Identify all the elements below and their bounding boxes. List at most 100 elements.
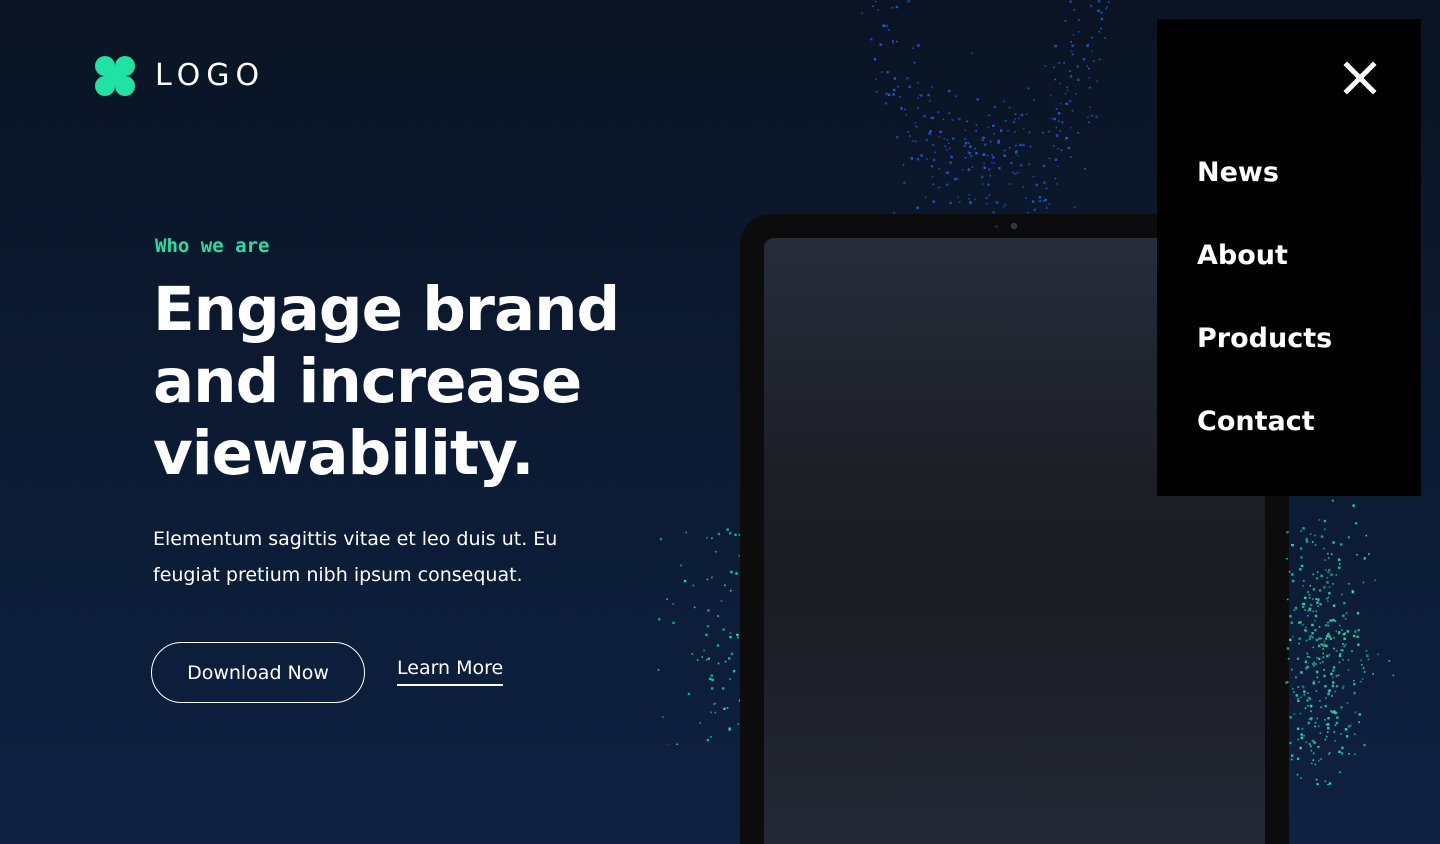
particle-dot — [1356, 635, 1359, 638]
particle-dot — [1326, 731, 1329, 733]
particle-dot — [1300, 556, 1303, 559]
particle-dot — [1076, 65, 1079, 68]
particle-dot — [1096, 80, 1098, 83]
particle-dot — [1052, 144, 1055, 147]
particle-dot — [729, 532, 732, 535]
particle-dot — [1308, 718, 1311, 720]
particle-dot — [1300, 736, 1304, 739]
particle-dot — [1341, 629, 1343, 631]
particle-dot — [1054, 158, 1058, 161]
particle-dot — [1328, 752, 1331, 754]
particle-dot — [1338, 631, 1341, 634]
particle-dot — [1070, 156, 1072, 158]
particle-dot — [950, 155, 952, 158]
particle-dot — [1318, 637, 1321, 640]
menu-item-news[interactable]: News — [1197, 156, 1279, 190]
particle-dot — [1291, 579, 1295, 583]
learn-more-link[interactable]: Learn More — [397, 657, 504, 686]
particle-dot — [917, 44, 920, 47]
particle-dot — [1388, 660, 1391, 662]
particle-dot — [1033, 208, 1036, 211]
particle-dot — [1333, 710, 1336, 713]
particle-dot — [1071, 110, 1074, 112]
particle-dot — [982, 153, 986, 156]
particle-dot — [1338, 654, 1342, 657]
particle-dot — [1328, 635, 1331, 638]
particle-dot — [891, 7, 894, 9]
particle-dot — [997, 139, 1000, 142]
particle-dot — [1049, 94, 1052, 97]
particle-dot — [1326, 736, 1328, 738]
particle-dot — [1295, 676, 1297, 679]
particle-dot — [969, 201, 972, 204]
particle-dot — [1351, 590, 1354, 593]
particle-dot — [1288, 570, 1291, 573]
particle-dot — [1310, 607, 1312, 610]
particle-dot — [1327, 557, 1330, 559]
particle-dot — [1295, 694, 1298, 697]
particle-dot — [1289, 638, 1292, 641]
particle-dot — [1014, 118, 1016, 120]
particle-dot — [1310, 717, 1313, 720]
particle-dot — [1311, 739, 1315, 743]
particle-dot — [1300, 696, 1302, 699]
particle-dot — [892, 41, 894, 44]
close-icon[interactable] — [1343, 61, 1377, 95]
particle-dot — [1348, 583, 1350, 585]
particle-dot — [1054, 44, 1057, 48]
particle-dot — [876, 90, 878, 93]
menu-item-about[interactable]: About — [1197, 239, 1288, 273]
particle-dot — [992, 124, 995, 127]
particle-dot — [1314, 534, 1316, 537]
particle-dot — [1054, 78, 1057, 81]
particle-dot — [1070, 50, 1073, 53]
particle-dot — [1333, 636, 1335, 639]
particle-dot — [1296, 727, 1300, 730]
particle-dot — [938, 186, 940, 189]
particle-dot — [1291, 573, 1294, 576]
particle-dot — [706, 625, 710, 628]
particle-dot — [1303, 734, 1305, 737]
particle-dot — [957, 196, 959, 198]
particle-dot — [1362, 667, 1365, 669]
particle-dot — [948, 89, 951, 93]
particle-dot — [736, 633, 739, 637]
particle-dot — [987, 183, 990, 186]
particle-dot — [737, 723, 740, 725]
particle-dot — [1014, 131, 1016, 133]
particle-dot — [1344, 618, 1347, 620]
particle-dot — [666, 598, 668, 600]
particle-dot — [1315, 577, 1318, 580]
particle-dot — [1313, 661, 1315, 664]
logo[interactable]: LOGO — [95, 56, 265, 96]
particle-dot — [1064, 20, 1067, 22]
particle-dot — [993, 105, 997, 109]
particle-dot — [1100, 27, 1102, 30]
particle-dot — [1305, 667, 1308, 670]
particle-dot — [900, 107, 903, 110]
particle-dot — [703, 649, 705, 652]
menu-item-contact[interactable]: Contact — [1197, 405, 1315, 439]
particle-dot — [1106, 6, 1108, 8]
particle-dot — [915, 125, 918, 128]
particle-dot — [1058, 112, 1061, 115]
particle-dot — [1324, 624, 1328, 627]
particle-dot — [1055, 108, 1058, 110]
download-now-button[interactable]: Download Now — [151, 642, 365, 703]
particle-dot — [1078, 19, 1080, 21]
particle-dot — [1323, 640, 1326, 643]
particle-dot — [1331, 499, 1334, 502]
particle-dot — [882, 24, 885, 27]
particle-dot — [1342, 649, 1344, 652]
menu-item-products[interactable]: Products — [1197, 322, 1332, 356]
particle-dot — [1297, 738, 1299, 741]
particle-dot — [1014, 113, 1017, 115]
particle-dot — [1327, 689, 1331, 693]
particle-dot — [1314, 544, 1317, 546]
particle-dot — [1311, 632, 1314, 635]
particle-dot — [1016, 154, 1019, 157]
particle-dot — [909, 135, 911, 137]
particle-dot — [1326, 654, 1329, 658]
particle-dot — [706, 536, 708, 539]
particle-dot — [1327, 624, 1330, 627]
